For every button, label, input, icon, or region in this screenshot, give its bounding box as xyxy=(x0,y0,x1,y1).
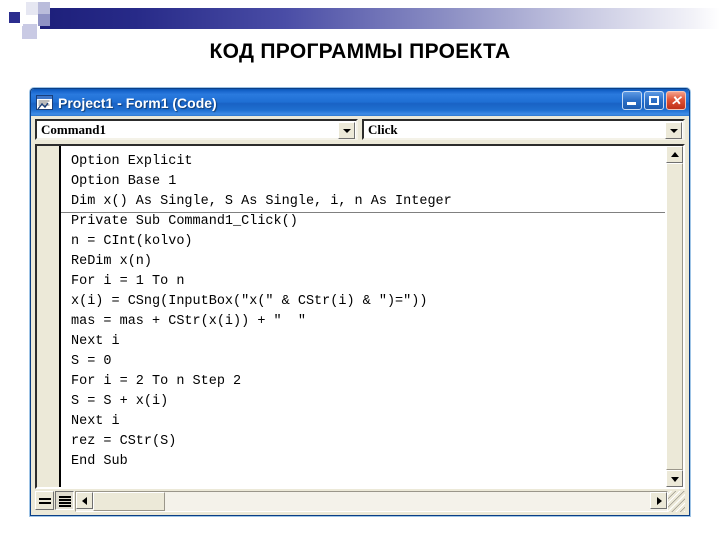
object-dropdown-arrow-button[interactable] xyxy=(338,122,355,139)
vertical-scroll-thumb[interactable] xyxy=(666,163,683,470)
object-dropdown-value: Command1 xyxy=(41,121,107,137)
chevron-down-icon xyxy=(342,128,351,133)
object-dropdown[interactable]: Command1 xyxy=(35,119,358,140)
code-line: Next i xyxy=(71,334,120,349)
window-title: Project1 - Form1 (Code) xyxy=(58,94,217,111)
code-line: Option Base 1 xyxy=(71,174,177,189)
resize-grip[interactable] xyxy=(668,491,685,512)
code-line: S = S + x(i) xyxy=(71,394,169,409)
code-lines[interactable]: Option Explicit Option Base 1 Dim x() As S… xyxy=(61,146,665,472)
deco-square-pale xyxy=(22,24,37,39)
vertical-scrollbar[interactable] xyxy=(665,146,683,487)
window-controls: ✕ xyxy=(622,91,686,110)
close-button[interactable]: ✕ xyxy=(666,91,686,110)
scroll-up-arrow-icon xyxy=(670,151,679,157)
scroll-down-arrow-icon xyxy=(670,476,679,482)
code-line: S = 0 xyxy=(71,354,112,369)
procedure-dropdown-arrow-button[interactable] xyxy=(665,122,682,139)
procedure-dropdown-value: Click xyxy=(368,121,398,137)
code-line: x(i) = CSng(InputBox("x(" & CStr(i) & ")… xyxy=(71,294,428,309)
scroll-left-arrow-icon xyxy=(81,496,87,505)
maximize-icon xyxy=(649,96,659,105)
code-window-toolbar: Command1 Click xyxy=(31,116,689,145)
code-line: rez = CStr(S) xyxy=(71,434,177,449)
scroll-down-button[interactable] xyxy=(666,470,683,487)
horizontal-scroll-thumb[interactable] xyxy=(93,492,165,511)
scroll-right-arrow-icon xyxy=(656,496,662,505)
deco-square-mid xyxy=(38,2,50,14)
code-line: For i = 1 To n xyxy=(71,274,185,289)
deco-square-accent xyxy=(6,9,23,26)
horizontal-scroll-track[interactable] xyxy=(165,492,650,511)
minimize-icon xyxy=(627,102,636,105)
procedure-view-button[interactable] xyxy=(35,491,54,510)
code-line: Private Sub Command1_Click() xyxy=(71,214,298,229)
code-line: Next i xyxy=(71,414,120,429)
full-module-view-icon xyxy=(59,496,71,498)
window-titlebar[interactable]: Project1 - Form1 (Code) ✕ xyxy=(31,89,689,116)
slide-decoration xyxy=(0,0,720,40)
procedure-separator-line xyxy=(61,212,665,213)
full-module-view-button[interactable] xyxy=(55,491,74,510)
page-title: КОД ПРОГРАММЫ ПРОЕКТА xyxy=(209,40,511,63)
code-line: mas = mas + CStr(x(i)) + " " xyxy=(71,314,306,329)
margin-indicator-bar[interactable] xyxy=(37,146,61,487)
procedure-dropdown[interactable]: Click xyxy=(362,119,685,140)
code-line: Option Explicit xyxy=(71,154,193,169)
code-line: n = CInt(kolvo) xyxy=(71,234,193,249)
horizontal-scrollbar[interactable] xyxy=(75,491,668,512)
minimize-button[interactable] xyxy=(622,91,642,110)
code-editor-area[interactable]: Option Explicit Option Base 1 Dim x() As S… xyxy=(35,144,685,489)
code-text-surface[interactable]: Option Explicit Option Base 1 Dim x() As S… xyxy=(61,146,665,487)
chevron-down-icon xyxy=(669,128,678,133)
vb-code-window-icon xyxy=(36,95,53,110)
code-line: Dim x() As Single, S As Single, i, n As … xyxy=(71,194,452,209)
scroll-right-button[interactable] xyxy=(650,492,667,509)
scroll-up-button[interactable] xyxy=(666,146,683,163)
gradient-banner xyxy=(40,8,720,29)
procedure-view-icon xyxy=(39,498,51,500)
maximize-button[interactable] xyxy=(644,91,664,110)
deco-square-dark xyxy=(38,14,50,26)
code-line: ReDim x(n) xyxy=(71,254,153,269)
code-window-bottombar xyxy=(35,491,685,512)
scroll-left-button[interactable] xyxy=(76,492,93,509)
close-icon: ✕ xyxy=(670,93,682,108)
code-line: End Sub xyxy=(71,454,128,469)
code-line: For i = 2 To n Step 2 xyxy=(71,374,242,389)
vb-code-window: Project1 - Form1 (Code) ✕ Command1 Click… xyxy=(30,88,690,516)
